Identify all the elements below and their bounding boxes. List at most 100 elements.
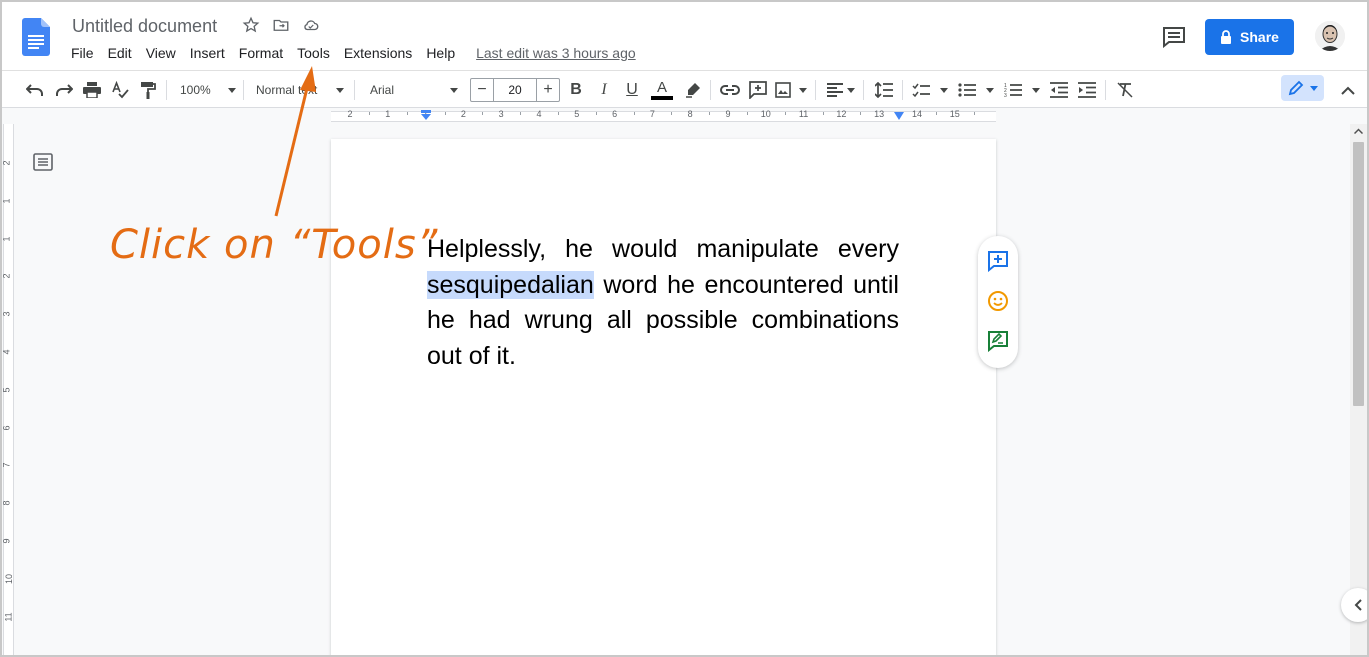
clear-formatting-icon[interactable] <box>1114 79 1136 101</box>
menu-tools[interactable]: Tools <box>290 43 337 63</box>
vruler-number: 7 <box>1 462 12 468</box>
chevron-down-icon <box>799 87 807 93</box>
document-title[interactable]: Untitled document <box>72 16 217 37</box>
share-button[interactable]: Share <box>1205 19 1294 55</box>
ruler-number: 11 <box>798 109 809 119</box>
add-comment-icon[interactable] <box>747 79 769 101</box>
bulleted-list-button[interactable] <box>958 79 994 101</box>
vruler-number: 10 <box>4 573 15 584</box>
editing-mode-button[interactable] <box>1281 75 1324 101</box>
font-size-stepper: − 20 + <box>470 78 560 102</box>
spellcheck-icon[interactable] <box>109 79 131 101</box>
checklist-button[interactable] <box>912 79 948 101</box>
decrease-indent-icon[interactable] <box>1048 79 1070 101</box>
ruler-tick <box>406 112 408 115</box>
ruler-number: 8 <box>687 109 693 119</box>
body-text-before: Helplessly, he would manipulate every <box>427 235 899 263</box>
title-actions <box>242 16 320 34</box>
document-page[interactable] <box>331 139 996 657</box>
menu-edit[interactable]: Edit <box>101 43 139 63</box>
align-button[interactable] <box>827 79 855 101</box>
right-indent-marker-icon[interactable] <box>893 112 905 120</box>
ruler-tick <box>633 112 635 115</box>
document-body[interactable]: Helplessly, he would manipulate every se… <box>427 232 899 374</box>
share-label: Share <box>1240 29 1279 45</box>
ruler-tick <box>671 112 673 115</box>
line-spacing-icon[interactable] <box>873 79 895 101</box>
add-comment-icon[interactable] <box>986 249 1010 273</box>
vruler-number: 8 <box>1 500 12 506</box>
docs-logo-icon[interactable] <box>22 18 50 56</box>
paragraph-style-select[interactable]: Normal text <box>256 79 344 101</box>
suggest-edits-icon[interactable] <box>986 329 1010 353</box>
emoji-reaction-icon[interactable] <box>986 289 1010 313</box>
move-folder-icon[interactable] <box>272 16 290 34</box>
underline-button[interactable]: U <box>622 79 642 101</box>
side-actions-panel <box>978 236 1018 368</box>
chevron-down-icon <box>336 87 344 93</box>
last-edit-link[interactable]: Last edit was 3 hours ago <box>476 45 636 61</box>
left-indent-marker-icon[interactable] <box>420 110 432 120</box>
star-icon[interactable] <box>242 16 260 34</box>
top-bar: Untitled document File Edit View Insert … <box>0 0 1369 70</box>
selected-word[interactable]: sesquipedalian <box>427 270 594 299</box>
chevron-down-icon <box>450 87 458 93</box>
link-icon[interactable] <box>719 79 741 101</box>
align-left-icon <box>827 83 843 97</box>
avatar[interactable] <box>1315 21 1345 51</box>
numbered-list-button[interactable]: 123 <box>1004 79 1040 101</box>
comments-icon[interactable] <box>1162 26 1186 48</box>
scroll-up-icon[interactable] <box>1354 128 1363 134</box>
ruler-tick <box>709 112 711 115</box>
chevron-down-icon <box>1032 87 1040 93</box>
ruler-tick <box>973 112 975 115</box>
highlight-pen-icon[interactable] <box>682 79 704 101</box>
font-select[interactable]: Arial <box>370 79 458 101</box>
print-icon[interactable] <box>81 79 103 101</box>
decrease-font-size-button[interactable]: − <box>471 79 493 101</box>
vruler-number: 9 <box>1 538 12 544</box>
italic-button[interactable]: I <box>594 79 614 101</box>
paragraph-style-value: Normal text <box>256 83 318 97</box>
svg-text:3: 3 <box>1004 93 1007 98</box>
horizontal-ruler: 21123456789101112131415 <box>0 108 1350 124</box>
ruler-tick <box>368 112 370 115</box>
undo-icon[interactable] <box>24 79 46 101</box>
vruler-number: 1 <box>1 198 12 204</box>
menu-insert[interactable]: Insert <box>183 43 232 63</box>
insert-image-button[interactable] <box>775 79 807 101</box>
paint-format-icon[interactable] <box>137 79 159 101</box>
bold-button[interactable]: B <box>566 79 586 101</box>
ruler-number: 9 <box>725 109 731 119</box>
menu-format[interactable]: Format <box>232 43 290 63</box>
chevron-left-icon <box>1354 599 1362 611</box>
ruler-number: 14 <box>911 109 923 119</box>
scrollbar-thumb[interactable] <box>1353 142 1364 406</box>
ruler-tick <box>935 112 937 115</box>
menu-view[interactable]: View <box>139 43 183 63</box>
ruler-number: 4 <box>536 109 542 119</box>
document-outline-icon[interactable] <box>33 153 53 171</box>
ruler-number: 6 <box>612 109 618 119</box>
text-color-button[interactable]: A <box>650 79 674 101</box>
menu-extensions[interactable]: Extensions <box>337 43 419 63</box>
text-color-swatch <box>651 96 673 100</box>
vertical-scrollbar[interactable] <box>1350 124 1367 655</box>
vruler-number: 2 <box>1 160 12 166</box>
image-icon <box>775 82 791 98</box>
increase-indent-icon[interactable] <box>1076 79 1098 101</box>
chevron-down-icon <box>228 87 236 93</box>
increase-font-size-button[interactable]: + <box>537 79 559 101</box>
lock-icon <box>1221 30 1232 44</box>
font-size-input[interactable]: 20 <box>493 79 537 101</box>
menu-help[interactable]: Help <box>419 43 462 63</box>
menu-file[interactable]: File <box>64 43 101 63</box>
ruler-number: 2 <box>460 109 466 119</box>
ruler-tick <box>482 112 484 115</box>
redo-icon[interactable] <box>53 79 75 101</box>
cloud-saved-icon[interactable] <box>302 16 320 34</box>
collapse-menus-icon[interactable] <box>1338 79 1358 101</box>
zoom-select[interactable]: 100% <box>180 79 236 101</box>
ruler-number: 12 <box>836 109 847 119</box>
side-panel-toggle-button[interactable] <box>1341 588 1369 622</box>
